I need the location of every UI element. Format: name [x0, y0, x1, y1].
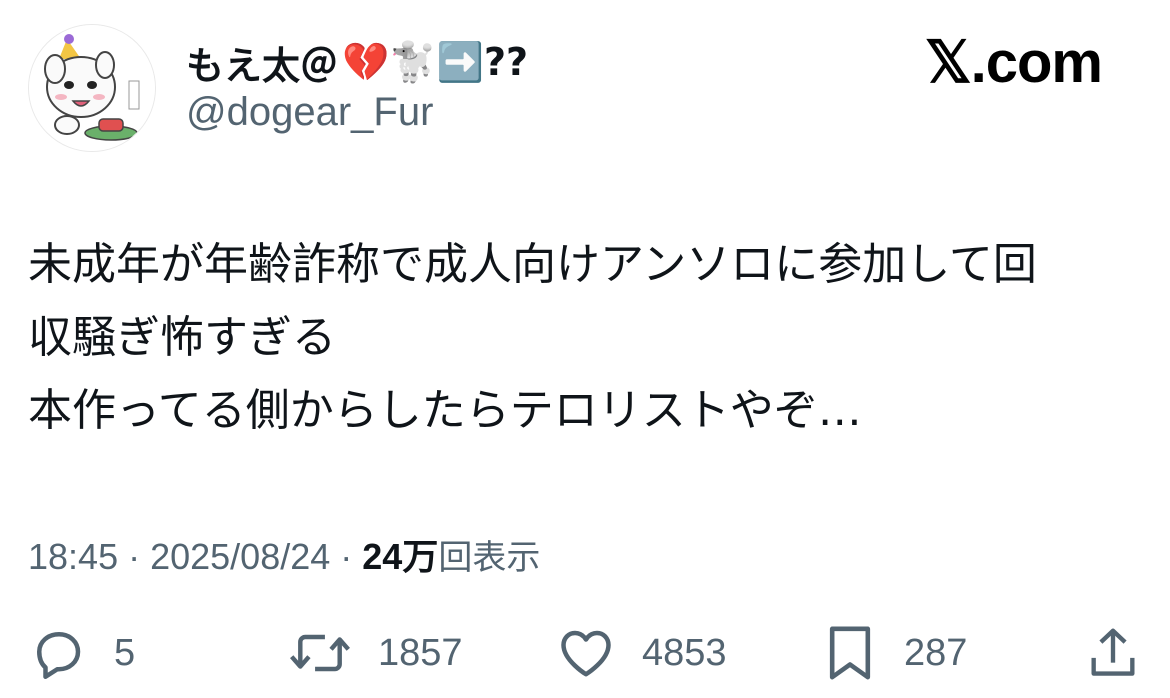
views-label: 回表示 [438, 539, 541, 577]
meta-separator: · [118, 536, 151, 577]
tweet-date[interactable]: 2025/08/24 [150, 536, 330, 577]
display-name-text: もえ太＠ [186, 43, 339, 88]
retweet-count: 1857 [378, 631, 463, 674]
tweet-text: 未成年が年齢詐称で成人向けアンソロに参加して回 収騒ぎ怖すぎる 本作ってる側から… [28, 239, 1037, 436]
share-icon [1091, 628, 1135, 676]
views-count[interactable]: 24万 [362, 536, 438, 577]
tweet-meta: 18:45 · 2025/08/24 · 24万回表示 [28, 528, 540, 580]
like-count: 4853 [642, 631, 727, 674]
reply-icon [37, 632, 81, 679]
display-name[interactable]: もえ太＠ 💔🐩➡️?? [186, 32, 528, 92]
avatar[interactable] [28, 24, 156, 152]
bookmark-count: 287 [904, 631, 968, 674]
x-logo: 𝕏.com [924, 30, 1103, 95]
user-handle[interactable]: @dogear_Fur [186, 90, 433, 135]
display-name-emoji: 💔🐩➡️?? [342, 39, 529, 84]
retweet-button[interactable]: 1857 [288, 618, 463, 688]
heart-icon [561, 630, 611, 677]
reply-button[interactable]: 5 [28, 618, 135, 688]
bookmark-icon [829, 626, 871, 680]
share-button[interactable] [1084, 618, 1142, 688]
action-bar: 5 1857 4853 287 [0, 618, 1170, 688]
white-dog-avatar-icon [29, 25, 155, 151]
retweet-icon [290, 634, 350, 672]
tweet-time[interactable]: 18:45 [28, 536, 118, 577]
meta-separator: · [330, 536, 363, 577]
bookmark-button[interactable]: 287 [822, 618, 967, 688]
reply-count: 5 [114, 631, 136, 674]
like-button[interactable]: 4853 [556, 618, 727, 688]
